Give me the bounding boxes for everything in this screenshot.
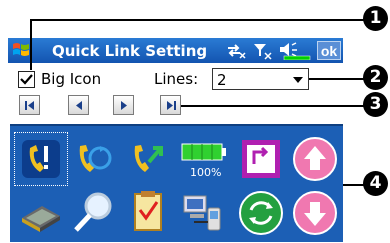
ok-button[interactable]: ok [317,41,341,60]
memory-chip-icon[interactable] [16,188,66,238]
callout-2-badge: 2 [363,65,388,90]
title-bar: Quick Link Setting ok [8,38,343,63]
callout-3-badge: 3 [363,92,388,117]
callout-3-leader [181,105,364,107]
callout-1-badge: 1 [363,6,388,31]
previous-icon [76,101,82,110]
callout-4-leader [343,184,364,186]
scroll-down-icon[interactable] [290,188,340,238]
sync-devices-icon[interactable] [178,188,228,238]
phone-alert-icon[interactable] [14,132,68,186]
quick-link-icon-panel: 100% [10,124,343,242]
scroll-up-icon[interactable] [290,134,340,184]
last-icon [167,101,176,110]
lines-label: Lines: [154,70,199,88]
battery-percent: 100% [190,166,222,179]
checkmark-icon [20,74,33,85]
callout-2-leader [309,78,364,80]
rotate-screen-icon[interactable] [236,134,286,184]
connectivity-icon[interactable] [226,41,246,60]
big-icon-label: Big Icon [41,70,102,88]
previous-page-button[interactable] [68,95,89,115]
big-icon-checkbox[interactable] [18,71,35,88]
phone-arrow-icon[interactable] [123,134,173,184]
refresh-circle-icon[interactable] [236,188,286,238]
chevron-down-icon [293,77,303,83]
battery-icon[interactable]: 100% [178,134,228,184]
first-page-button[interactable] [19,95,40,115]
search-icon[interactable] [68,188,118,238]
signal-off-icon[interactable] [253,41,273,60]
windows-start-icon[interactable] [12,41,30,59]
next-icon [121,101,127,110]
lines-value: 2 [217,71,227,89]
phone-refresh-icon[interactable] [68,134,118,184]
volume-icon[interactable] [278,41,314,61]
callout-1-leader [30,19,365,21]
first-icon [25,101,34,110]
task-checklist-icon[interactable] [123,188,173,238]
callout-1-leader-vertical [30,20,32,70]
callout-4-badge: 4 [363,171,388,196]
window-title: Quick Link Setting [52,42,208,60]
lines-select[interactable]: 2 [212,68,309,90]
last-page-button[interactable] [160,95,181,115]
next-page-button[interactable] [113,95,134,115]
